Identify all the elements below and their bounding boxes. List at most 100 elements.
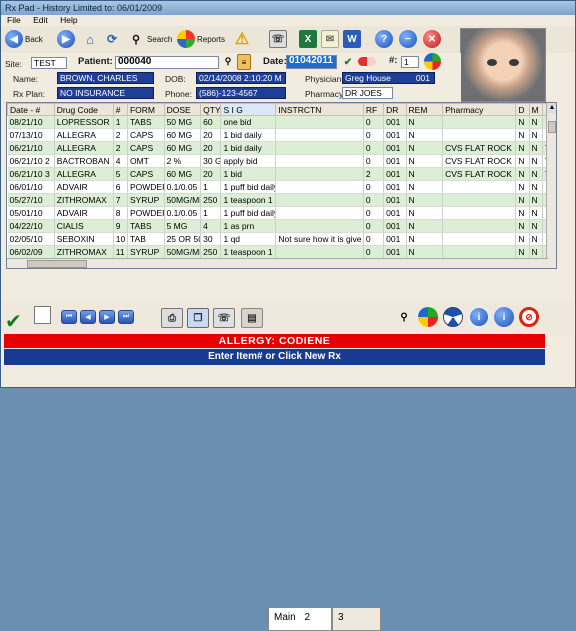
table-cell xyxy=(275,219,364,233)
table-cell: 04/22/10 xyxy=(7,219,55,233)
table-cell: N xyxy=(406,232,444,246)
tab-3[interactable]: 3 xyxy=(332,607,381,631)
column-header[interactable]: # xyxy=(112,103,128,116)
rx-check-icon[interactable]: ✔ xyxy=(341,55,355,69)
pinwheel-icon[interactable] xyxy=(443,307,463,327)
table-cell: POWDER xyxy=(127,206,165,220)
warning-button[interactable]: ⚠ xyxy=(233,28,251,50)
site-field[interactable]: TEST xyxy=(31,57,67,69)
forward-button[interactable]: ▶ xyxy=(57,28,75,50)
patient-notes-icon[interactable]: ≡ xyxy=(237,54,251,70)
table-row[interactable]: 05/01/10ADVAIR8POWDER0.1/0.0511 puff bid… xyxy=(7,206,551,220)
bottom-color-wheel-icon[interactable] xyxy=(418,307,438,327)
record-navigator: ⏮ ◀ ▶ ⏭ xyxy=(61,310,134,324)
home-button[interactable]: ⌂ xyxy=(81,28,99,50)
table-cell: 5 MG xyxy=(164,219,202,233)
table-cell: 001 xyxy=(383,245,407,259)
table-cell: SYRUP xyxy=(127,245,165,259)
fax-send-icon[interactable]: ☏ xyxy=(213,308,235,328)
color-wheel-icon[interactable] xyxy=(424,53,441,70)
table-horizontal-scrollbar[interactable] xyxy=(7,258,548,268)
table-row[interactable]: 07/13/10 ALLEGRA 2 CAPS 60 MG 20 1 bid daily 0 0… xyxy=(7,128,551,142)
rx-plan-label: Rx Plan: xyxy=(13,89,46,99)
pharmacy-field[interactable]: DR JOES xyxy=(342,87,393,99)
column-header[interactable]: DR xyxy=(383,103,407,116)
table-row[interactable]: 02/05/10 SEBOXIN 10 TAB 25 OR 50 30 1 qd Not su… xyxy=(7,232,551,246)
table-row[interactable]: 05/27/10ZITHROMAX7SYRUP50MG/ML250 ML1 te… xyxy=(7,193,551,207)
pill-icon[interactable] xyxy=(358,57,376,66)
menu-file[interactable]: File xyxy=(3,15,25,25)
table-row[interactable]: 06/01/10ADVAIR6POWDER0.1/0.0511 puff bid… xyxy=(7,180,551,194)
menu-help[interactable]: Help xyxy=(56,15,81,25)
column-header[interactable]: DOSE xyxy=(163,103,202,116)
fax-button[interactable]: ☏ xyxy=(269,28,287,50)
table-cell: CAPS xyxy=(127,128,165,142)
table-cell: 05/27/10 xyxy=(7,193,55,207)
date-label: Date: xyxy=(263,56,287,67)
column-header[interactable]: RF xyxy=(362,103,385,116)
column-header[interactable]: Pharmacy xyxy=(442,103,517,116)
rx-number-field[interactable]: 1 xyxy=(401,56,419,68)
table-row[interactable]: 08/21/10 LOPRESSOR 1 TABS 50 MG 60 one bid 0 001… xyxy=(7,115,551,129)
copy-icon[interactable]: ❐ xyxy=(187,308,209,328)
prev-record-icon[interactable]: ◀ xyxy=(80,310,96,324)
table-row[interactable]: 06/21/10 3 ALLEGRA 5 CAPS 60 MG 20 1 bid 2 001 N C… xyxy=(7,167,551,181)
help-button[interactable]: ? xyxy=(375,28,393,50)
column-header[interactable]: Drug Code xyxy=(53,103,114,116)
tab-3-label: 3 xyxy=(338,612,344,623)
table-row[interactable]: 06/21/10 ALLEGRA 2 CAPS 60 MG 20 1 bid daily 0 0… xyxy=(7,141,551,155)
refresh-button[interactable]: ⟳ xyxy=(103,28,121,50)
no-symbol-icon[interactable]: ⊘ xyxy=(519,307,539,327)
column-header[interactable]: M xyxy=(528,103,543,116)
patient-field[interactable]: 000040 xyxy=(115,56,219,69)
document-icon[interactable]: ▤ xyxy=(241,308,263,328)
minus-button[interactable]: − xyxy=(399,28,417,50)
scroll-thumb[interactable] xyxy=(548,121,556,133)
info-alt-icon[interactable]: i xyxy=(494,307,514,327)
phone-label: Phone: xyxy=(165,89,192,99)
close-button[interactable]: ✕ xyxy=(423,28,441,50)
patient-search-icon[interactable]: ⚲ xyxy=(221,54,235,68)
word-button[interactable]: W xyxy=(343,28,361,50)
excel-button[interactable]: X xyxy=(299,28,317,50)
date-field[interactable]: 01042011 xyxy=(286,55,337,69)
blank-checkbox[interactable] xyxy=(34,306,51,324)
table-cell: 1 xyxy=(200,180,222,194)
table-cell: 001 xyxy=(383,154,407,168)
tab-main[interactable]: Main 2 xyxy=(268,607,332,631)
scroll-up-icon[interactable]: ▲ xyxy=(547,103,556,113)
column-header[interactable]: D xyxy=(515,103,530,116)
patient-photo xyxy=(460,28,546,102)
window-title: Rx Pad - History Limited to: 06/01/2009 xyxy=(1,1,575,15)
table-cell: N xyxy=(406,128,444,142)
column-header[interactable]: REM xyxy=(405,103,444,116)
tab-2-label[interactable]: 2 xyxy=(304,612,310,623)
table-row[interactable]: 06/02/09ZITHROMAX11SYRUP50MG/ML250 ML1 t… xyxy=(7,245,551,259)
back-button[interactable]: ◀ Back xyxy=(5,28,43,50)
table-cell xyxy=(442,245,517,259)
table-cell: 1 xyxy=(113,115,128,129)
table-cell xyxy=(275,128,364,142)
hscroll-thumb[interactable] xyxy=(27,260,87,268)
column-header[interactable]: FORM xyxy=(126,103,165,116)
email-button[interactable]: ✉ xyxy=(321,28,339,50)
print-icon[interactable]: ⎙ xyxy=(161,308,183,328)
table-row[interactable]: 04/22/10 CIALIS 9 TABS 5 MG 4 1 as prn 0 001 N N N xyxy=(7,219,551,233)
column-header[interactable]: QTY xyxy=(200,103,222,116)
table-cell: 1 as prn xyxy=(220,219,277,233)
next-record-icon[interactable]: ▶ xyxy=(99,310,115,324)
info-icon[interactable]: i xyxy=(468,306,490,328)
column-header[interactable]: INSTRCTN xyxy=(275,103,364,116)
reports-button[interactable]: Reports xyxy=(177,28,225,50)
confirm-check-icon[interactable]: ✔ xyxy=(5,309,22,334)
search-button[interactable]: ⚲ Search xyxy=(127,28,172,50)
first-record-icon[interactable]: ⏮ xyxy=(61,310,77,324)
bottom-search-icon[interactable]: ⚲ xyxy=(397,310,411,324)
table-row[interactable]: 06/21/10 2 BACTROBAN 4 OMT 2 % 30 Gapply bid 0… xyxy=(7,154,551,168)
column-header[interactable]: S I G xyxy=(220,103,277,116)
table-vertical-scrollbar[interactable]: ▲ xyxy=(546,103,556,268)
menu-edit[interactable]: Edit xyxy=(29,15,52,25)
last-record-icon[interactable]: ⏭ xyxy=(118,310,134,324)
warning-icon: ⚠ xyxy=(234,31,250,48)
column-header[interactable]: Date - # xyxy=(7,103,55,116)
